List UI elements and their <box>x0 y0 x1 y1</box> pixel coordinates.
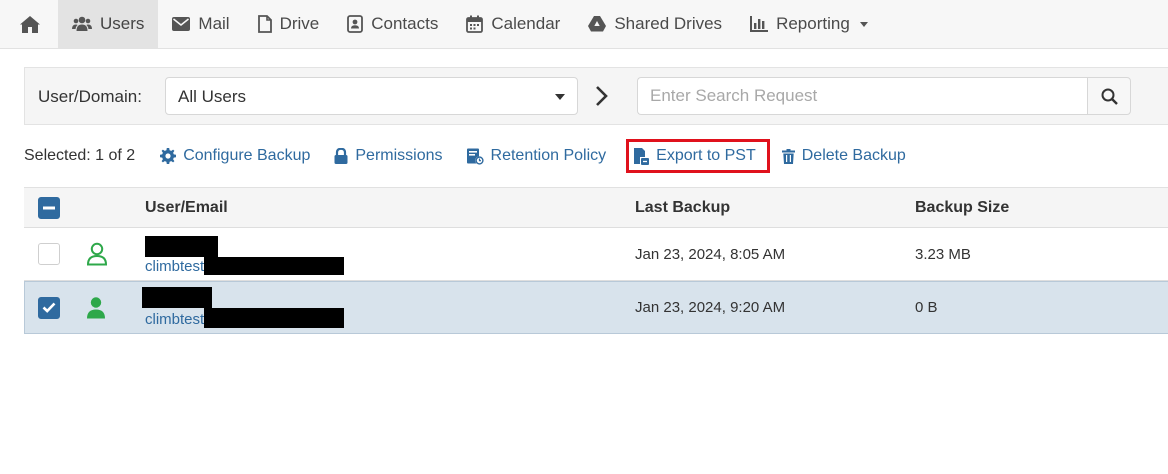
delete-backup-button[interactable]: Delete Backup <box>781 147 906 165</box>
trash-icon <box>781 148 795 164</box>
email-prefix: climbtest <box>145 311 205 328</box>
nav-drive[interactable]: Drive <box>244 0 334 48</box>
users-icon <box>72 16 92 31</box>
nav-shared-drives[interactable]: Shared Drives <box>574 0 736 48</box>
export-to-pst-label: Export to PST <box>656 147 756 164</box>
google-drive-icon <box>588 16 607 32</box>
nav-users-label: Users <box>100 14 145 33</box>
header-last-backup[interactable]: Last Backup <box>635 188 730 227</box>
table-row[interactable]: climbtest Jan 23, 2024, 9:20 AM 0 B <box>24 281 1168 334</box>
row-checkbox-cell <box>38 282 60 333</box>
nav-shared-drives-label: Shared Drives <box>614 14 723 33</box>
minus-icon <box>43 206 55 209</box>
redacted-name <box>142 287 212 308</box>
export-to-pst-button[interactable]: Export to PST <box>626 139 770 173</box>
user-status-cell <box>86 228 108 280</box>
nav-home[interactable] <box>0 0 58 48</box>
nav-calendar-label: Calendar <box>491 14 561 33</box>
users-table: User/Email Last Backup Backup Size climb… <box>24 187 1168 334</box>
retention-policy-label: Retention Policy <box>490 147 607 164</box>
checkmark-icon <box>42 302 56 313</box>
permissions-button[interactable]: Permissions <box>334 147 443 165</box>
user-email-cell: climbtest <box>145 228 345 280</box>
redacted-name <box>145 235 218 257</box>
envelope-icon <box>172 17 191 31</box>
contact-card-icon <box>347 15 364 33</box>
filter-bar: User/Domain: All Users <box>24 67 1168 125</box>
retention-policy-button[interactable]: Retention Policy <box>466 147 607 165</box>
nav-reporting[interactable]: Reporting <box>736 0 882 48</box>
row-checkbox[interactable] <box>38 243 60 265</box>
home-icon <box>19 15 40 33</box>
email-prefix: climbtest <box>145 257 205 275</box>
backup-size-cell: 3.23 MB <box>915 245 971 263</box>
nav-mail-label: Mail <box>198 14 230 33</box>
calendar-icon <box>466 15 484 33</box>
user-status-cell <box>86 282 106 333</box>
user-domain-select[interactable]: All Users <box>165 77 578 115</box>
user-email-link[interactable]: climbtest <box>145 308 345 328</box>
row-checkbox[interactable] <box>38 296 60 319</box>
redacted-email <box>204 308 345 328</box>
header-user-email[interactable]: User/Email <box>145 188 228 227</box>
row-checkbox-cell <box>38 228 60 280</box>
bar-chart-icon <box>750 16 769 32</box>
select-all-cell <box>38 188 60 227</box>
nav-drive-label: Drive <box>279 14 320 33</box>
user-email-cell: climbtest <box>142 282 345 333</box>
user-domain-label: User/Domain: <box>38 87 142 106</box>
lock-icon <box>334 148 348 164</box>
backup-size-cell: 0 B <box>915 299 938 316</box>
chevron-down-icon <box>859 21 868 27</box>
table-row[interactable]: climbtest Jan 23, 2024, 8:05 AM 3.23 MB <box>24 228 1168 281</box>
search-icon <box>1101 88 1118 105</box>
nav-mail[interactable]: Mail <box>158 0 243 48</box>
nav-calendar[interactable]: Calendar <box>452 0 574 48</box>
last-backup-cell: Jan 23, 2024, 8:05 AM <box>635 245 786 263</box>
user-filled-icon <box>87 296 105 318</box>
select-all-checkbox[interactable] <box>38 196 60 219</box>
nav-contacts-label: Contacts <box>371 14 439 33</box>
export-file-icon <box>634 147 650 165</box>
file-icon <box>257 15 272 33</box>
redacted-email <box>204 256 345 275</box>
nav-users[interactable]: Users <box>58 0 159 48</box>
nav-contacts[interactable]: Contacts <box>333 0 452 48</box>
retention-policy-icon <box>466 148 484 165</box>
user-outline-icon <box>86 242 108 266</box>
configure-backup-button[interactable]: Configure Backup <box>160 147 310 165</box>
user-domain-selected: All Users <box>178 87 247 106</box>
configure-backup-label: Configure Backup <box>183 147 311 164</box>
nav-reporting-label: Reporting <box>776 14 850 33</box>
user-email-link[interactable]: climbtest <box>145 256 345 275</box>
action-bar: Selected: 1 of 2 Configure Backup Permis… <box>24 139 930 173</box>
dropdown-arrow-icon <box>555 94 565 100</box>
chevron-right-icon[interactable] <box>591 83 611 109</box>
permissions-label: Permissions <box>355 147 443 164</box>
selected-count: Selected: 1 of 2 <box>24 147 136 164</box>
top-nav: Users Mail Drive Contacts Calendar Share… <box>0 0 1168 49</box>
search-input[interactable] <box>637 77 1088 115</box>
search-button[interactable] <box>1087 77 1131 115</box>
table-header: User/Email Last Backup Backup Size <box>24 187 1168 228</box>
last-backup-cell: Jan 23, 2024, 9:20 AM <box>635 299 786 316</box>
delete-backup-label: Delete Backup <box>801 147 906 164</box>
gear-icon <box>160 148 177 164</box>
header-backup-size[interactable]: Backup Size <box>915 188 1009 227</box>
